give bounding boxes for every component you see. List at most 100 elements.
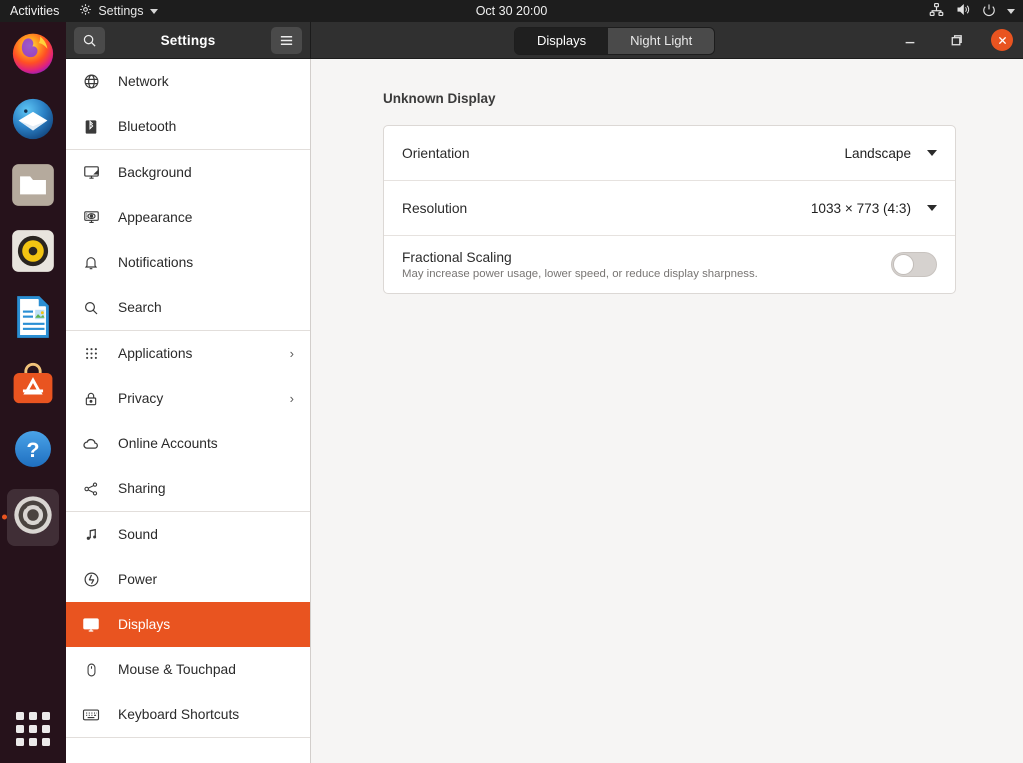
resolution-row[interactable]: Resolution 1033 × 773 (4:3) — [384, 181, 955, 236]
chevron-down-icon[interactable] — [1007, 9, 1015, 14]
header-left-section: Settings — [66, 22, 311, 59]
sidebar-item-label: Privacy — [118, 391, 272, 406]
sidebar-item-background[interactable]: Background — [66, 150, 310, 195]
files-icon — [10, 162, 56, 208]
resolution-label: Resolution — [402, 201, 467, 216]
sidebar-item-sharing[interactable]: Sharing — [66, 466, 310, 511]
sidebar-item-label: Keyboard Shortcuts — [118, 707, 294, 722]
sidebar-item-network[interactable]: Network — [66, 59, 310, 104]
settings-sidebar: Network Bluetooth — [66, 59, 311, 763]
sidebar-item-label: Applications — [118, 346, 272, 361]
resolution-dropdown[interactable]: 1033 × 773 (4:3) — [811, 201, 937, 216]
dock-item-firefox[interactable] — [0, 22, 66, 88]
dock-item-rhythmbox[interactable] — [0, 220, 66, 286]
network-icon[interactable] — [929, 2, 944, 20]
window-title: Settings — [161, 33, 216, 48]
close-button[interactable] — [991, 29, 1013, 51]
search-icon — [82, 299, 100, 317]
bluetooth-icon — [82, 118, 100, 136]
fractional-scaling-text: Fractional Scaling May increase power us… — [402, 250, 758, 280]
settings-window: Settings Displays Night Light — [66, 22, 1023, 763]
activities-button[interactable]: Activities — [0, 4, 71, 18]
window-body: Network Bluetooth — [66, 59, 1023, 763]
lock-icon — [82, 390, 100, 408]
tab-night-light[interactable]: Night Light — [608, 28, 714, 54]
music-note-icon — [82, 526, 100, 544]
app-menu-label: Settings — [98, 4, 143, 18]
orientation-value: Landscape — [844, 146, 911, 161]
fractional-scaling-label: Fractional Scaling — [402, 250, 758, 265]
sidebar-item-bluetooth[interactable]: Bluetooth — [66, 104, 310, 149]
keyboard-icon — [82, 706, 100, 724]
chevron-right-icon: › — [290, 346, 294, 361]
ubuntu-software-icon — [10, 360, 56, 406]
thunderbird-icon — [10, 96, 56, 142]
app-menu-button[interactable]: Settings — [71, 3, 165, 19]
fractional-scaling-description: May increase power usage, lower speed, o… — [402, 268, 758, 280]
sidebar-item-keyboard-shortcuts[interactable]: Keyboard Shortcuts — [66, 692, 310, 737]
dock-item-thunderbird[interactable] — [0, 88, 66, 154]
chevron-down-icon — [927, 150, 937, 156]
displays-panel: Unknown Display Orientation Landscape Re… — [311, 59, 1023, 763]
sidebar-item-search[interactable]: Search — [66, 285, 310, 330]
show-applications-button[interactable] — [0, 699, 66, 759]
settings-gear-icon — [10, 492, 56, 538]
desktop-root: Activities Settings Oct 30 20:00 — [0, 0, 1023, 763]
chevron-right-icon: › — [290, 391, 294, 406]
sidebar-item-appearance[interactable]: Appearance — [66, 195, 310, 240]
mouse-icon — [82, 661, 100, 679]
chevron-down-icon — [927, 205, 937, 211]
hamburger-menu-icon — [279, 34, 294, 47]
appearance-icon — [82, 209, 100, 227]
monitor-icon — [82, 164, 100, 182]
sidebar-item-applications[interactable]: Applications › — [66, 331, 310, 376]
orientation-dropdown[interactable]: Landscape — [844, 146, 937, 161]
maximize-button[interactable] — [945, 29, 967, 51]
display-icon — [82, 616, 100, 634]
main-menu-button[interactable] — [271, 27, 302, 54]
dock-item-help[interactable]: ? — [0, 418, 66, 484]
sidebar-item-mouse-touchpad[interactable]: Mouse & Touchpad — [66, 647, 310, 692]
toggle-knob — [893, 254, 914, 275]
fractional-scaling-row: Fractional Scaling May increase power us… — [384, 236, 955, 293]
sidebar-separator — [66, 737, 310, 738]
sidebar-item-sound[interactable]: Sound — [66, 512, 310, 557]
volume-icon[interactable] — [955, 2, 971, 20]
header-right-section: Displays Night Light — [311, 22, 1023, 59]
dock-item-files[interactable] — [0, 154, 66, 220]
ubuntu-dock: ? — [0, 22, 66, 763]
orientation-label: Orientation — [402, 146, 470, 161]
sidebar-item-label: Search — [118, 300, 294, 315]
sidebar-item-privacy[interactable]: Privacy › — [66, 376, 310, 421]
sidebar-item-online-accounts[interactable]: Online Accounts — [66, 421, 310, 466]
globe-icon — [82, 73, 100, 91]
sidebar-item-power[interactable]: Power — [66, 557, 310, 602]
minimize-button[interactable] — [899, 29, 921, 51]
dock-item-ubuntu-software[interactable] — [0, 352, 66, 418]
grid-icon — [82, 345, 100, 363]
sidebar-item-label: Displays — [118, 617, 294, 632]
resolution-value: 1033 × 773 (4:3) — [811, 201, 911, 216]
sidebar-item-displays[interactable]: Displays — [66, 602, 310, 647]
sidebar-item-label: Sharing — [118, 481, 294, 496]
power-icon — [82, 571, 100, 589]
fractional-scaling-toggle[interactable] — [891, 252, 937, 277]
tab-displays[interactable]: Displays — [515, 28, 608, 54]
system-tray[interactable] — [929, 2, 1015, 20]
sidebar-item-label: Mouse & Touchpad — [118, 662, 294, 677]
orientation-row[interactable]: Orientation Landscape — [384, 126, 955, 181]
sidebar-item-label: Notifications — [118, 255, 294, 270]
search-button[interactable] — [74, 27, 105, 54]
close-icon — [997, 35, 1008, 46]
window-controls — [899, 29, 1013, 51]
libreoffice-writer-icon — [10, 294, 56, 340]
window-header-bar: Settings Displays Night Light — [66, 22, 1023, 59]
sidebar-item-label: Power — [118, 572, 294, 587]
dock-item-libreoffice-writer[interactable] — [0, 286, 66, 352]
cloud-icon — [82, 435, 100, 453]
help-icon: ? — [10, 426, 56, 472]
dock-item-settings[interactable] — [0, 484, 66, 550]
sidebar-item-notifications[interactable]: Notifications — [66, 240, 310, 285]
power-icon[interactable] — [982, 3, 996, 20]
sidebar-item-label: Online Accounts — [118, 436, 294, 451]
